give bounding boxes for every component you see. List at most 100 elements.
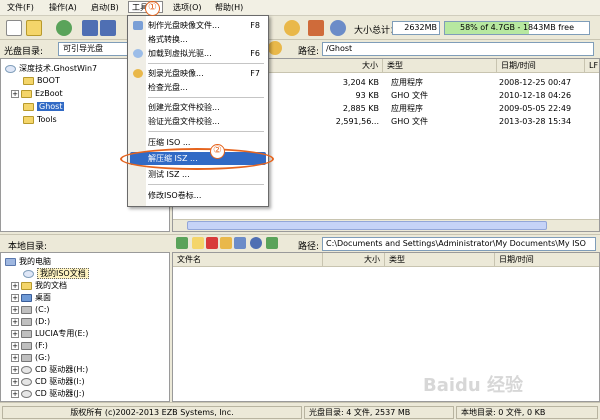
drive-icon — [21, 317, 32, 326]
expand-icon[interactable]: + — [11, 89, 19, 98]
row-date: 2013-03-28 15:34 — [499, 117, 572, 126]
new-folder-icon[interactable] — [192, 237, 204, 249]
drive-icon — [21, 329, 32, 338]
column-header-lf[interactable]: LF — [585, 59, 599, 73]
folder-icon — [23, 76, 34, 85]
menu-item-verify-checksum[interactable]: 验证光盘文件校验... — [130, 115, 266, 128]
tree-item-tools[interactable]: Tools — [23, 114, 57, 126]
capacity-bar: 58% of 4.7GB - 1843MB free — [444, 21, 590, 35]
disc-type-select[interactable]: 可引导光盘 — [58, 42, 128, 56]
menu-boot[interactable]: 启动(B) — [88, 2, 122, 14]
row-size: 2,885 KB — [342, 104, 379, 113]
menu-item-mount[interactable]: 加载到虚拟光驱... F6 — [130, 47, 266, 60]
tools-menu: 制作光盘映像文件... F8 格式转换... 加载到虚拟光驱... F6 刻录光盘映… — [127, 15, 269, 207]
tree-item-drive-d[interactable]: + (D:) — [11, 316, 50, 328]
status-bar: 版权所有 (c)2002-2013 EZB Systems, Inc. 光盘目录… — [0, 402, 600, 420]
menu-options[interactable]: 选项(O) — [170, 2, 205, 14]
status-copyright: 版权所有 (c)2002-2013 EZB Systems, Inc. — [2, 406, 302, 419]
tree-item-label: CD 驱动器(H:) — [35, 365, 89, 374]
column-header-date[interactable]: 日期/时间 — [495, 253, 599, 267]
arrow-up-icon[interactable] — [176, 237, 188, 249]
tree-item-drive-i[interactable]: + CD 驱动器(I:) — [11, 376, 85, 388]
menu-separator — [148, 63, 264, 64]
expand-icon[interactable]: + — [11, 353, 19, 362]
new-icon[interactable] — [6, 20, 22, 36]
menubar: 文件(F) 操作(A) 启动(B) 工具(T) 选项(O) 帮助(H) — [0, 0, 600, 16]
menu-item-check-disc[interactable]: 检查光盘... — [130, 81, 266, 94]
menu-item-edit-label[interactable]: 修改ISO卷标... — [130, 189, 266, 202]
tree-item-root[interactable]: 深度技术.GhostWin7 — [5, 63, 97, 75]
status-local: 本地目录: 0 文件, 0 KB — [456, 406, 598, 419]
folder-icon — [23, 102, 34, 111]
cd-drive-icon — [21, 365, 32, 374]
refresh-icon[interactable] — [56, 20, 72, 36]
expand-icon[interactable]: + — [11, 389, 19, 398]
tree-item-ezboot[interactable]: + EzBoot — [11, 88, 63, 100]
disc-icon[interactable] — [284, 20, 300, 36]
open-icon[interactable] — [26, 20, 42, 36]
expand-icon[interactable]: + — [11, 293, 19, 302]
expand-icon[interactable]: + — [11, 305, 19, 314]
scrollbar-thumb[interactable] — [187, 221, 547, 230]
tree-item-label: 桌面 — [35, 293, 51, 302]
refresh-icon[interactable] — [266, 237, 278, 249]
drive-icon — [21, 341, 32, 350]
horizontal-scrollbar[interactable] — [173, 219, 599, 231]
delete-icon[interactable] — [206, 237, 218, 249]
tree-item-my-iso[interactable]: 我的ISO文档 — [23, 268, 89, 280]
menu-item-make-image[interactable]: 制作光盘映像文件... F8 — [130, 19, 266, 32]
expand-icon[interactable]: + — [11, 365, 19, 374]
menu-actions[interactable]: 操作(A) — [46, 2, 80, 14]
status-disc: 光盘目录: 4 文件, 2537 MB — [304, 406, 454, 419]
expand-icon[interactable]: + — [11, 377, 19, 386]
properties-icon[interactable] — [308, 20, 324, 36]
column-header-type[interactable]: 类型 — [383, 59, 497, 73]
tree-item-boot[interactable]: BOOT — [23, 75, 60, 87]
total-size-value: 2632MB — [392, 21, 440, 35]
drive-icon — [21, 353, 32, 362]
tree-item-label: Ghost — [37, 102, 65, 111]
menu-item-create-checksum[interactable]: 创建光盘文件校验... — [130, 101, 266, 114]
row-type: GHO 文件 — [391, 91, 429, 100]
tree-item-label: (C:) — [35, 305, 50, 314]
column-header-date[interactable]: 日期/时间 — [497, 59, 585, 73]
settings-icon[interactable] — [250, 237, 262, 249]
menu-item-burn[interactable]: 刻录光盘映像... F7 — [130, 67, 266, 80]
tree-item-desktop[interactable]: + 桌面 — [11, 292, 51, 304]
tree-item-drive-h[interactable]: + CD 驱动器(H:) — [11, 364, 88, 376]
expand-icon[interactable]: + — [11, 317, 19, 326]
column-header-filename[interactable]: 文件名 — [173, 253, 323, 267]
menu-help[interactable]: 帮助(H) — [212, 2, 246, 14]
local-path-field[interactable]: C:\Documents and Settings\Administrator\… — [322, 237, 596, 251]
menu-item-convert[interactable]: 格式转换... — [130, 33, 266, 46]
column-header-size[interactable]: 大小 — [323, 253, 385, 267]
disc-directory-label: 光盘目录: — [4, 47, 44, 57]
tree-item-ghost[interactable]: Ghost — [23, 101, 65, 113]
expand-icon[interactable]: + — [11, 329, 19, 338]
help-icon[interactable] — [330, 20, 346, 36]
tree-item-my-computer[interactable]: 我的电脑 — [5, 256, 51, 268]
expand-icon[interactable]: + — [11, 341, 19, 350]
tree-item-drive-g[interactable]: + (G:) — [11, 352, 50, 364]
tree-item-drive-j[interactable]: + CD 驱动器(J:) — [11, 388, 85, 400]
row-date: 2008-12-25 00:47 — [499, 78, 572, 87]
disc-path-field[interactable]: /Ghost — [322, 42, 594, 56]
tree-item-label: 深度技术.GhostWin7 — [19, 64, 98, 73]
expand-icon[interactable]: + — [11, 281, 19, 290]
menu-file[interactable]: 文件(F) — [4, 2, 37, 14]
local-path-label: 路径: — [298, 242, 320, 252]
tree-item-drive-f[interactable]: + (F:) — [11, 340, 48, 352]
save-icon[interactable] — [82, 20, 98, 36]
column-header-type[interactable]: 类型 — [385, 253, 495, 267]
tree-item-drive-e[interactable]: + LUCIA专用(E:) — [11, 328, 88, 340]
capacity-text: 58% of 4.7GB - 1843MB free — [459, 23, 575, 32]
row-type: 应用程序 — [391, 104, 423, 113]
tree-item-drive-c[interactable]: + (C:) — [11, 304, 50, 316]
folder-icon — [21, 89, 32, 98]
save-as-icon[interactable] — [100, 20, 116, 36]
rename-icon[interactable] — [220, 237, 232, 249]
tree-item-label: EzBoot — [35, 89, 63, 98]
tree-item-my-documents[interactable]: + 我的文档 — [11, 280, 67, 292]
tree-item-label: CD 驱动器(J:) — [35, 389, 85, 398]
properties-icon[interactable] — [234, 237, 246, 249]
